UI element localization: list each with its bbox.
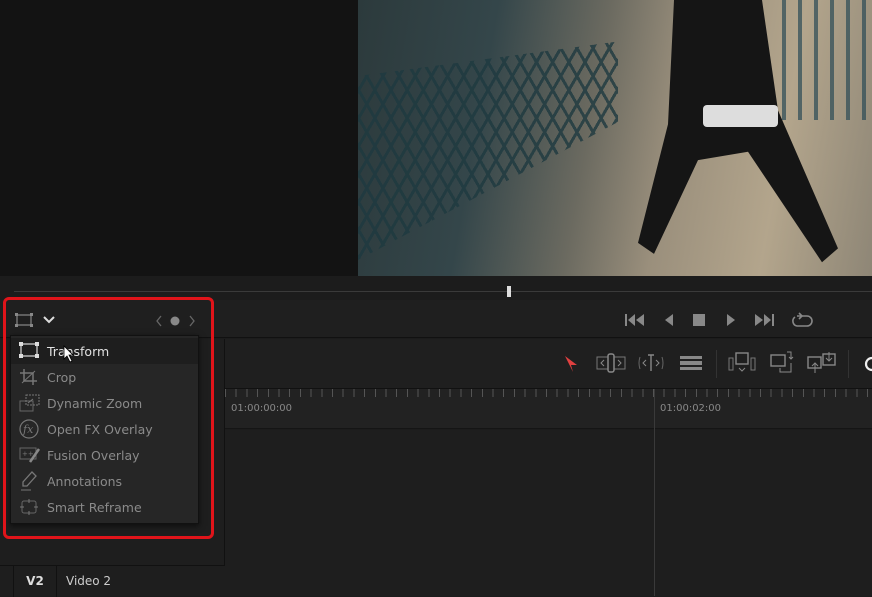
track-header-v2[interactable]: V2 Video 2 bbox=[0, 565, 225, 597]
highlight-annotation-box bbox=[3, 297, 214, 539]
viewer-empty-area bbox=[0, 0, 358, 276]
playhead-handle[interactable] bbox=[507, 286, 511, 297]
replace-clip-icon[interactable] bbox=[807, 351, 837, 375]
selection-tool-icon[interactable] bbox=[564, 355, 578, 373]
video-preview[interactable] bbox=[358, 0, 872, 276]
loop-icon[interactable] bbox=[791, 312, 813, 328]
track-name[interactable]: Video 2 bbox=[66, 566, 111, 597]
timeline-tracks-area[interactable] bbox=[225, 430, 872, 596]
scrubber-bar[interactable] bbox=[14, 291, 872, 292]
overwrite-clip-icon[interactable] bbox=[770, 351, 794, 373]
link-icon[interactable] bbox=[862, 355, 872, 373]
insert-clip-icon[interactable] bbox=[728, 352, 756, 374]
stop-icon[interactable] bbox=[693, 314, 705, 326]
play-icon[interactable] bbox=[725, 313, 737, 327]
dynamic-trim-icon[interactable] bbox=[637, 353, 665, 373]
skip-to-end-icon[interactable] bbox=[754, 313, 774, 327]
trim-edit-icon[interactable] bbox=[596, 353, 626, 373]
timeline-ruler[interactable] bbox=[225, 389, 872, 429]
timecode-label: 01:00:02:00 bbox=[660, 403, 722, 414]
timecode-label: 01:00:00:00 bbox=[231, 403, 293, 414]
skip-to-start-icon[interactable] bbox=[625, 313, 645, 327]
blade-tool-icon[interactable] bbox=[679, 355, 703, 371]
track-id: V2 bbox=[13, 566, 57, 597]
ruler-marker-line bbox=[654, 389, 655, 596]
play-reverse-icon[interactable] bbox=[663, 313, 675, 327]
